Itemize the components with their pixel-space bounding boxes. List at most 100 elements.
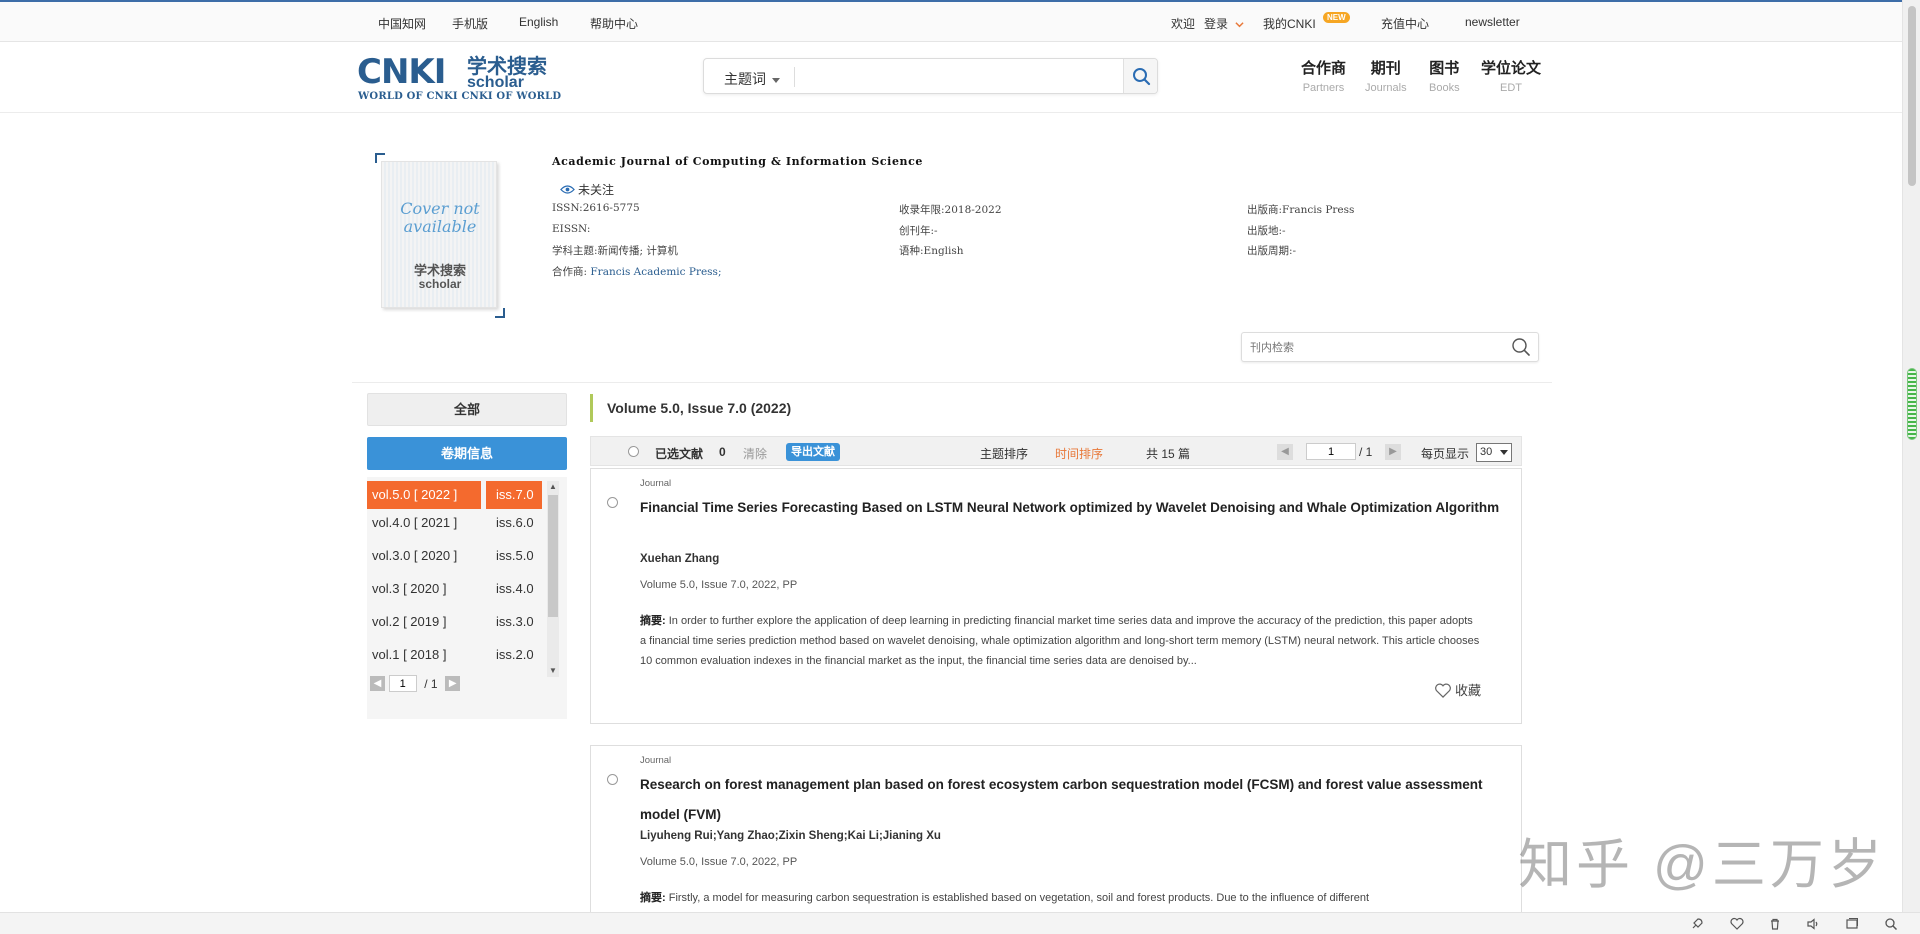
prev-page-button[interactable]: ◀ [1277, 444, 1293, 460]
scroll-thumb[interactable] [548, 495, 558, 617]
journal-title: Academic Journal of Computing & Informat… [552, 155, 924, 168]
cnki-scholar-logo[interactable]: CNKI 学术搜索 scholar WORLD OF CNKI CNKI OF … [357, 52, 561, 103]
side-widget-handle[interactable] [1907, 368, 1917, 440]
nav-edt[interactable]: 学位论文 EDT [1481, 60, 1541, 96]
page-scroll-thumb[interactable] [1908, 6, 1916, 186]
newsletter-link[interactable]: newsletter [1465, 15, 1520, 29]
login-link[interactable]: 登录 [1204, 15, 1244, 32]
volume-item[interactable]: vol.1 [ 2018 ] [367, 641, 481, 674]
partner-label: 合作商: [552, 266, 588, 278]
article-volume-info: Volume 5.0, Issue 7.0, 2022, PP [640, 856, 798, 868]
article-select-radio[interactable] [607, 497, 618, 508]
nav-books-cn: 图书 [1429, 60, 1460, 77]
nav-books-en: Books [1429, 82, 1460, 94]
volume-issue-panel: vol.5.0 [ 2022 ] vol.4.0 [ 2021 ] vol.3.… [367, 477, 567, 719]
issue-item[interactable]: iss.2.0 [486, 641, 542, 674]
volume-item[interactable]: vol.3.0 [ 2020 ] [367, 542, 481, 575]
window-icon[interactable] [1845, 917, 1859, 931]
speaker-icon[interactable] [1806, 917, 1820, 931]
link-help-center[interactable]: 帮助中心 [590, 15, 638, 32]
search-divider [794, 67, 795, 87]
article-authors[interactable]: Xuehan Zhang [640, 553, 719, 565]
per-page-label: 每页显示 [1421, 447, 1470, 461]
search-icon[interactable] [1510, 336, 1532, 358]
next-page-button[interactable]: ▶ [1385, 444, 1401, 460]
link-mobile[interactable]: 手机版 [452, 15, 488, 32]
per-page-value: 30 [1480, 446, 1493, 458]
nav-journals[interactable]: 期刊 Journals [1365, 60, 1407, 96]
trash-icon[interactable] [1768, 917, 1782, 931]
partner-link[interactable]: Francis Academic Press; [590, 266, 721, 278]
sort-by-time[interactable]: 时间排序 [1055, 445, 1103, 462]
volume-heading: Volume 5.0, Issue 7.0 (2022) [590, 394, 791, 422]
volume-item[interactable]: vol.3 [ 2020 ] [367, 575, 481, 608]
article-title[interactable]: Financial Time Series Forecasting Based … [640, 493, 1500, 523]
results-page-input[interactable] [1306, 443, 1356, 460]
journal-cover: Cover not available 学术搜索 scholar [375, 153, 505, 318]
abstract-label: 摘要: [640, 615, 666, 627]
scroll-down-icon[interactable]: ▼ [547, 665, 559, 677]
recharge-link[interactable]: 充值中心 [1381, 15, 1429, 32]
founded-year: 创刊年:- [899, 225, 938, 237]
issue-item[interactable]: iss.7.0 [486, 481, 542, 509]
abstract-text: In order to further explore the applicat… [640, 615, 1480, 667]
follow-toggle[interactable]: 未关注 [560, 181, 614, 198]
nav-books[interactable]: 图书 Books [1429, 60, 1460, 96]
per-page-select[interactable]: 30 [1476, 443, 1512, 462]
rocket-icon[interactable] [1690, 917, 1704, 931]
article-select-radio[interactable] [607, 774, 618, 785]
select-all-radio[interactable] [628, 446, 639, 457]
article-abstract: 摘要: Firstly, a model for measuring carbo… [640, 888, 1480, 908]
volume-item[interactable]: vol.5.0 [ 2022 ] [367, 481, 481, 509]
issue-item[interactable]: iss.4.0 [486, 575, 542, 608]
publisher: 出版商:Francis Press [1247, 204, 1355, 216]
heartbeat-icon[interactable] [1730, 917, 1744, 931]
issue-item[interactable]: iss.5.0 [486, 542, 542, 575]
total-count: 共 15 篇 [1146, 447, 1191, 461]
article-title[interactable]: Research on forest management plan based… [640, 770, 1500, 830]
language: 语种:English [899, 245, 964, 257]
heart-icon [1435, 683, 1451, 698]
search-type-select[interactable]: 主题词 [724, 69, 780, 89]
logo-tagline: WORLD OF CNKI CNKI OF WORLD [358, 91, 562, 102]
sort-by-topic[interactable]: 主题排序 [980, 445, 1028, 462]
issue-item[interactable]: iss.3.0 [486, 608, 542, 641]
article-type: Journal [640, 755, 672, 766]
page-scrollbar[interactable] [1902, 0, 1920, 912]
cover-logo-cn: 学术搜索 [413, 263, 466, 278]
nav-partners-cn: 合作商 [1301, 60, 1347, 77]
top-bar: 中国知网 手机版 English 帮助中心 欢迎 登录 我的CNKI NEW 充… [0, 0, 1902, 42]
link-cnki-home[interactable]: 中国知网 [378, 15, 426, 32]
scroll-up-icon[interactable]: ▲ [547, 481, 559, 493]
search-button[interactable] [1123, 59, 1157, 93]
article-card: Journal Research on forest management pl… [590, 745, 1522, 925]
volume-item[interactable]: vol.2 [ 2019 ] [367, 608, 481, 641]
cover-placeholder: Cover not available 学术搜索 scholar [381, 161, 497, 308]
prev-page-button[interactable]: ◀ [370, 676, 385, 692]
favorite-button[interactable]: 收藏 [1434, 680, 1481, 699]
header: CNKI 学术搜索 scholar WORLD OF CNKI CNKI OF … [0, 43, 1902, 113]
volume-item[interactable]: vol.4.0 [ 2021 ] [367, 509, 481, 542]
issue-scrollbar[interactable]: ▲ ▼ [547, 481, 559, 677]
clear-button[interactable]: 清除 [743, 445, 767, 462]
link-english[interactable]: English [519, 15, 558, 29]
my-cnki-link[interactable]: 我的CNKI NEW [1263, 12, 1350, 32]
zoom-icon[interactable] [1884, 917, 1898, 931]
article-authors[interactable]: Liyuheng Rui;Yang Zhao;Zixin Sheng;Kai L… [640, 830, 941, 842]
export-button[interactable]: 导出文献 [786, 443, 840, 461]
subject: 学科主题:新闻传播; 计算机 [552, 245, 678, 257]
search-input[interactable] [798, 61, 1108, 91]
sidebar-page-input[interactable] [388, 675, 417, 693]
next-page-button[interactable]: ▶ [445, 676, 461, 692]
nav-edt-cn: 学位论文 [1481, 60, 1542, 77]
volume-info-button[interactable]: 卷期信息 [367, 437, 567, 470]
nav-partners[interactable]: 合作商 Partners [1301, 60, 1346, 96]
logo-cnki-text: CNKI [357, 52, 446, 92]
eye-icon [560, 185, 575, 194]
results-toolbar: 已选文献 0 清除 导出文献 主题排序 时间排序 共 15 篇 ◀ / 1 ▶ … [590, 436, 1522, 466]
all-issues-button[interactable]: 全部 [367, 393, 567, 426]
cover-not-available-text: Cover not available [400, 199, 480, 236]
issue-item[interactable]: iss.6.0 [486, 509, 542, 542]
in-journal-search-input[interactable] [1250, 338, 1500, 358]
article-volume-info: Volume 5.0, Issue 7.0, 2022, PP [640, 579, 798, 591]
